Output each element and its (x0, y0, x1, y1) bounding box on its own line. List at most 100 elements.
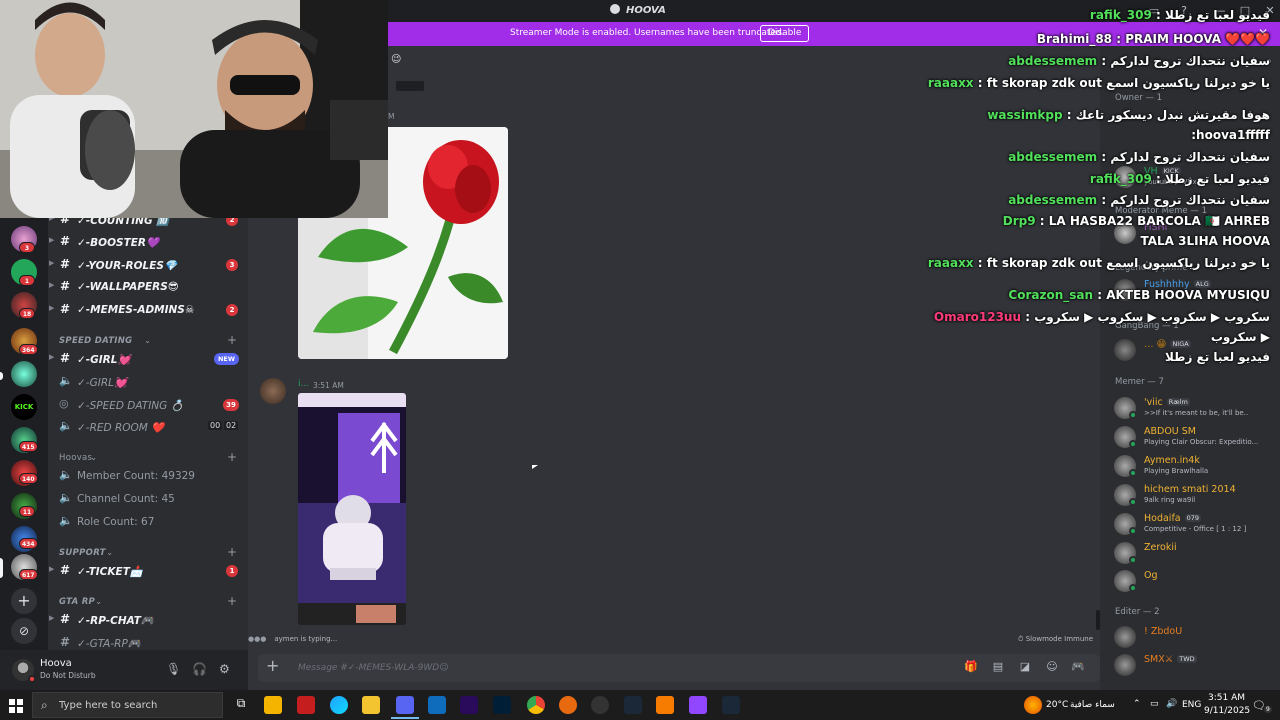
channel-item[interactable]: ▶ # ✓-GIRL💓 NEW (48, 349, 248, 369)
category-hoovas[interactable]: Hoovas ⌄ + (58, 450, 244, 466)
help-icon[interactable]: ? (1176, 3, 1192, 19)
member-item[interactable]: Og (1114, 568, 1280, 592)
microphone-icon[interactable]: 🎙 (166, 662, 181, 676)
app-icon[interactable] (559, 696, 577, 714)
member-item[interactable]: 'viic Rælm >>If it's meant to be, it'll be… (1114, 395, 1280, 419)
obs-app-icon[interactable] (591, 696, 609, 714)
volume-icon[interactable]: 🔊 (1166, 699, 1177, 709)
member-name-text: VH (1144, 166, 1158, 177)
temperature[interactable]: 20°C (1046, 700, 1068, 710)
member-item[interactable]: FiSHi (1114, 220, 1280, 244)
avatar[interactable] (260, 378, 286, 404)
discover-icon[interactable]: ⊘ (11, 618, 37, 644)
category-support[interactable]: SUPPORT ⌄ + (58, 545, 244, 561)
minimize-button[interactable]: — (1212, 3, 1228, 19)
adobe-app-icon[interactable] (297, 696, 315, 714)
member-item[interactable]: SMX⚔ TWD (1114, 652, 1280, 676)
dnd-status-icon (28, 675, 36, 683)
task-view-icon[interactable]: ⧉ (232, 696, 250, 714)
channel-item[interactable]: ▶ # ✓-YOUR-ROLES💎 3 (48, 255, 248, 275)
photoshop-app-icon[interactable] (493, 696, 511, 714)
video-attachment[interactable] (298, 393, 406, 625)
hash-icon: # (60, 635, 71, 649)
member-item[interactable]: Aymen.in4k Playing Brawlhalla (1114, 453, 1280, 477)
group-header-owner: Owner — 1 (1115, 93, 1163, 103)
kick-server-icon[interactable]: KICK (11, 394, 37, 420)
channel-item[interactable]: ▶ # ✓-WALLPAPERS😎 (48, 277, 248, 297)
gift-icon[interactable]: 🎁 (964, 660, 978, 674)
chrome-app-icon[interactable] (527, 696, 545, 714)
store-app-icon[interactable] (264, 696, 282, 714)
message-author[interactable]: i... (298, 379, 309, 389)
stat-channel[interactable]: 🔈 Channel Count: 45 (48, 489, 248, 509)
weather-icon[interactable] (1024, 696, 1042, 714)
member-item[interactable]: hichem smati 2014 9alk ring wa9il (1114, 482, 1280, 506)
member-item[interactable]: ! ZbdoU (1114, 624, 1280, 648)
channel-item[interactable]: # ✓-GTA-RP🎮 (48, 633, 248, 650)
channel-item[interactable]: ▶ # ✓-BOOSTER💜 (48, 232, 248, 252)
input-language[interactable]: ENG (1182, 700, 1201, 710)
apps-icon[interactable]: 🎮 (1071, 660, 1085, 674)
maximize-button[interactable]: □ (1237, 3, 1253, 19)
outlook-app-icon[interactable] (428, 696, 446, 714)
network-icon[interactable]: ▭ (1150, 699, 1159, 709)
emoji-icon[interactable]: ☺ (1045, 660, 1059, 674)
stat-channel[interactable]: 🔈 Role Count: 67 (48, 512, 248, 532)
voice-channel-item[interactable]: 🔈 ✓-GIRL💓 (48, 372, 248, 392)
voice-channel-item[interactable]: ◎ ✓-SPEED DATING 💍 39 (48, 395, 248, 415)
category-speed-dating[interactable]: SPEED DATING ⌄ + (58, 333, 244, 349)
username[interactable]: Hoova (40, 658, 72, 669)
steam-app-icon[interactable] (722, 696, 740, 714)
member-item[interactable]: … 😁 NIGA (1114, 337, 1280, 361)
emoji-reaction[interactable]: 😉 (391, 54, 401, 65)
channel-item[interactable]: ▶ # ✓-TICKET📩 1 (48, 561, 248, 581)
weather-text[interactable]: سماء صافية (1070, 700, 1115, 710)
clock-date[interactable]: 9/11/2025 (1204, 706, 1250, 716)
chevron-up-icon[interactable]: ⌃ (1133, 699, 1141, 709)
add-channel-icon[interactable]: + (227, 545, 237, 559)
channel-item[interactable]: ▶ # ✓-RP-CHAT🎮 (48, 610, 248, 630)
headphones-icon[interactable]: 🎧 (192, 662, 207, 676)
edge-app-icon[interactable] (330, 696, 348, 714)
clock-time[interactable]: 3:51 AM (1208, 693, 1245, 703)
app-icon[interactable] (656, 696, 674, 714)
member-item[interactable]: ABDOU SM Playing Clair Obscur: Expeditio.… (1114, 424, 1280, 448)
close-icon[interactable]: ✕ (1258, 26, 1268, 40)
gif-icon[interactable]: ▤ (991, 660, 1005, 674)
voice-channel-item[interactable]: 🔈 ✓-RED ROOM ❤️ 00 02 (48, 417, 248, 437)
chevron-down-icon: ⌄ (144, 336, 152, 346)
add-channel-icon[interactable]: + (227, 333, 237, 347)
settings-gear-icon[interactable]: ⚙ (219, 662, 230, 676)
close-button[interactable]: ✕ (1262, 3, 1278, 19)
group-header-moderator: Moderator Meme — 1 (1115, 206, 1207, 216)
file-explorer-icon[interactable] (362, 696, 380, 714)
chevron-right-icon: ▶ (49, 281, 55, 289)
add-server-icon[interactable]: + (11, 588, 37, 614)
channel-list: ▶ # ✓-COUNTING 🔟 2 ▶ # ✓-BOOSTER💜 ▶ # ✓-YOU… (48, 218, 248, 650)
add-attachment-icon[interactable]: + (266, 658, 282, 674)
channel-item[interactable]: ▶ # ✓-COUNTING 🔟 2 (48, 218, 248, 230)
channel-item[interactable]: ▶ # ✓-MEMES-ADMINS☠ 2 (48, 300, 248, 320)
member-item[interactable]: VH KICK youtube ▶ VHx12 (1114, 164, 1280, 188)
member-item[interactable]: Fushhhhy ALG (1114, 277, 1280, 301)
search-icon[interactable]: ⌕ (1266, 56, 1272, 67)
windows-start-icon[interactable] (9, 698, 23, 713)
add-channel-icon[interactable]: + (227, 594, 237, 608)
taskbar-search[interactable]: ⌕ Type here to search (32, 692, 223, 718)
add-channel-icon[interactable]: + (227, 450, 237, 464)
member-item[interactable]: Hodaifa 079 Competitive - Office [ 1 : 12 … (1114, 511, 1280, 535)
chevron-down-icon: ⌄ (90, 453, 98, 463)
server-icon[interactable] (11, 361, 37, 387)
inbox-icon[interactable]: ▭ (1146, 3, 1162, 19)
stage-icon: ◎ (59, 397, 69, 410)
category-gta-rp[interactable]: GTA RP ⌄ + (58, 594, 244, 610)
steam-app-icon[interactable] (624, 696, 642, 714)
premiere-app-icon[interactable] (460, 696, 478, 714)
stat-channel[interactable]: 🔈 Member Count: 49329 (48, 466, 248, 486)
message-input[interactable] (298, 660, 858, 676)
sticker-icon[interactable]: ◪ (1018, 660, 1032, 674)
discord-app-icon[interactable] (396, 696, 414, 714)
member-item[interactable]: Zerokii (1114, 540, 1280, 564)
disable-button[interactable]: Disable (760, 25, 810, 42)
twitch-app-icon[interactable] (689, 696, 707, 714)
